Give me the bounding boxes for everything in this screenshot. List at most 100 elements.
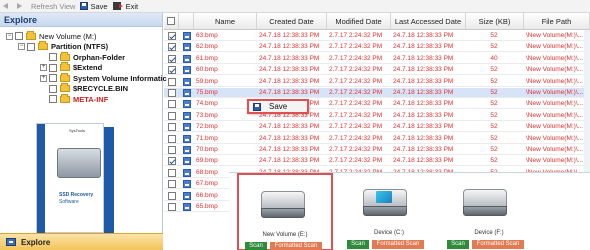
table-row[interactable]: 63.bmp 24.7.18 12:38:33 PM 2.7.17 2:24:32 … <box>164 31 590 41</box>
cell-size: 52 <box>490 146 498 153</box>
formatted-scan-button[interactable]: Formatted Scan <box>270 242 322 250</box>
tree-node-checkbox[interactable] <box>49 95 57 103</box>
cell-file-path: \New Volume(M:)\... <box>526 100 584 108</box>
row-checkbox[interactable] <box>168 111 176 120</box>
cell-size: 52 <box>490 100 498 108</box>
tree-node-checkbox[interactable] <box>49 84 57 93</box>
exit-button[interactable]: Exit <box>112 1 139 11</box>
row-checkbox[interactable] <box>168 168 176 177</box>
column-header-name[interactable]: Name <box>194 13 257 30</box>
cell-created-date: 24.7.18 12:38:33 PM <box>259 32 320 39</box>
tree-node[interactable]: + System Volume Informatic <box>40 72 167 83</box>
table-row[interactable]: 71.bmp 24.7.18 12:38:33 PM 2.7.17 2:24:32 … <box>164 134 590 144</box>
row-checkbox[interactable] <box>168 134 176 143</box>
refresh-view-button[interactable]: Refresh View <box>31 2 75 11</box>
explore-tab[interactable]: Explore <box>0 233 163 250</box>
tree-node[interactable]: $RECYCLE.BIN <box>40 83 128 94</box>
bmp-file-icon <box>183 43 191 52</box>
drive-label: Device (C:) <box>373 230 404 236</box>
select-all-checkbox[interactable] <box>167 17 175 25</box>
select-all-header[interactable] <box>164 13 179 30</box>
collapse-icon[interactable]: − <box>6 32 13 40</box>
tree-node-label: $Extend <box>73 63 103 72</box>
row-checkbox[interactable] <box>168 180 176 189</box>
scan-button[interactable]: Scan <box>347 240 369 249</box>
cell-last-accessed-date: 24.7.18 12:38:33 PM <box>393 32 454 39</box>
scan-button[interactable]: Scan <box>245 242 267 250</box>
tree-node-label: META-INF <box>73 94 109 104</box>
row-checkbox[interactable] <box>168 203 176 211</box>
context-menu-save[interactable]: Save <box>247 99 309 114</box>
column-header-modified-date[interactable]: Modified Date <box>327 13 391 30</box>
tree-node[interactable]: + $Extend <box>40 62 103 73</box>
vertical-scrollbar[interactable] <box>584 30 590 172</box>
row-checkbox[interactable] <box>168 66 176 75</box>
row-checkbox[interactable] <box>168 100 176 109</box>
table-row[interactable]: 59.bmp 24.7.18 12:38:33 PM 2.7.17 2:24:32 … <box>164 77 590 87</box>
product-box-front: SysTools SSD Recovery Software <box>36 123 104 234</box>
bmp-file-icon <box>183 100 191 109</box>
hard-drive-icon <box>261 191 305 221</box>
formatted-scan-button[interactable]: Formatted Scan <box>472 240 524 249</box>
row-checkbox[interactable] <box>168 191 176 200</box>
tree-node-checkbox[interactable] <box>15 32 23 40</box>
table-row[interactable]: 70.bmp 24.7.18 12:38:33 PM 2.7.17 2:24:32 … <box>164 145 590 155</box>
cell-modified-date: 2.7.17 2:24:32 PM <box>329 66 383 74</box>
scan-button[interactable]: Scan <box>447 240 469 249</box>
tree-node[interactable]: Orphan-Folder <box>40 51 125 62</box>
bmp-file-icon <box>183 157 191 166</box>
cell-name: 70.bmp <box>196 146 218 153</box>
tree-node-checkbox[interactable] <box>49 53 57 61</box>
save-button[interactable]: Save <box>80 2 108 11</box>
hard-drive-icon <box>363 189 407 219</box>
formatted-scan-button[interactable]: Formatted Scan <box>372 240 424 249</box>
row-checkbox[interactable] <box>168 157 176 166</box>
folder-icon <box>38 41 48 50</box>
column-header-file-path[interactable]: File Path <box>524 13 590 30</box>
table-row[interactable]: 69.bmp 24.7.18 12:38:33 PM 2.7.17 2:24:32 … <box>164 156 590 167</box>
tree-node-checkbox[interactable] <box>49 63 57 72</box>
row-checkbox[interactable] <box>168 77 176 86</box>
row-checkbox[interactable] <box>168 146 176 154</box>
back-button[interactable] <box>3 3 12 9</box>
tree-node[interactable]: − Partition (NTFS) <box>18 41 108 52</box>
cell-size: 52 <box>490 77 498 85</box>
drive-card[interactable]: Device (F:) Scan Formatted Scan <box>441 173 537 250</box>
expand-icon[interactable]: + <box>40 74 47 82</box>
expand-icon[interactable]: + <box>40 64 47 71</box>
table-row[interactable]: 75.bmp 24.7.18 12:38:33 PM 2.7.17 2:24:32 … <box>164 88 590 98</box>
cell-file-path: \New Volume(M:)\... <box>526 66 584 74</box>
bmp-file-icon <box>183 203 191 211</box>
forward-button[interactable] <box>17 3 26 9</box>
tree-node[interactable]: − New Volume (M:) <box>6 30 97 41</box>
table-row[interactable]: 73.bmp 24.7.18 12:38:33 PM 2.7.17 2:24:32 … <box>164 111 590 121</box>
row-checkbox[interactable] <box>168 89 176 97</box>
table-row[interactable]: 61.bmp 24.7.18 12:38:33 PM 2.7.17 2:24:32 … <box>164 54 590 64</box>
drive-card[interactable]: Device (C:) Scan Formatted Scan <box>341 173 437 250</box>
column-header-last-accessed-date[interactable]: Last Accessed Date <box>391 13 466 30</box>
forward-arrow-icon <box>17 3 22 9</box>
drive-card[interactable]: New Volume (E:) Scan Formatted Scan <box>237 173 333 250</box>
table-row[interactable]: 72.bmp 24.7.18 12:38:33 PM 2.7.17 2:24:32 … <box>164 122 590 133</box>
row-checkbox[interactable] <box>168 123 176 132</box>
collapse-icon[interactable]: − <box>18 43 25 50</box>
tree-node-checkbox[interactable] <box>27 42 35 51</box>
column-header-created-date[interactable]: Created Date <box>257 13 327 30</box>
table-row[interactable]: 62.bmp 24.7.18 12:38:33 PM 2.7.17 2:24:32 … <box>164 42 590 53</box>
tree-node-checkbox[interactable] <box>49 74 57 82</box>
icon-column-header <box>179 13 194 30</box>
context-menu-save-label: Save <box>269 102 288 111</box>
column-header-size[interactable]: Size (KB) <box>466 13 524 30</box>
row-checkbox[interactable] <box>168 54 176 63</box>
tree-node[interactable]: META-INF <box>40 93 109 104</box>
row-checkbox[interactable] <box>168 43 176 52</box>
exit-label: Exit <box>125 1 139 11</box>
back-arrow-icon <box>3 3 8 9</box>
explore-panel-title: Explore <box>0 13 162 27</box>
cell-created-date: 24.7.18 12:38:33 PM <box>259 89 320 96</box>
table-row[interactable]: 74.bmp24.7.18 12:38:33 PM2.7.17 2:24:32 … <box>164 99 590 110</box>
cell-modified-date: 2.7.17 2:24:32 PM <box>329 123 383 131</box>
row-checkbox[interactable] <box>168 32 176 40</box>
cell-name: 63.bmp <box>196 32 218 39</box>
table-row[interactable]: 60.bmp 24.7.18 12:38:33 PM 2.7.17 2:24:32 … <box>164 65 590 76</box>
